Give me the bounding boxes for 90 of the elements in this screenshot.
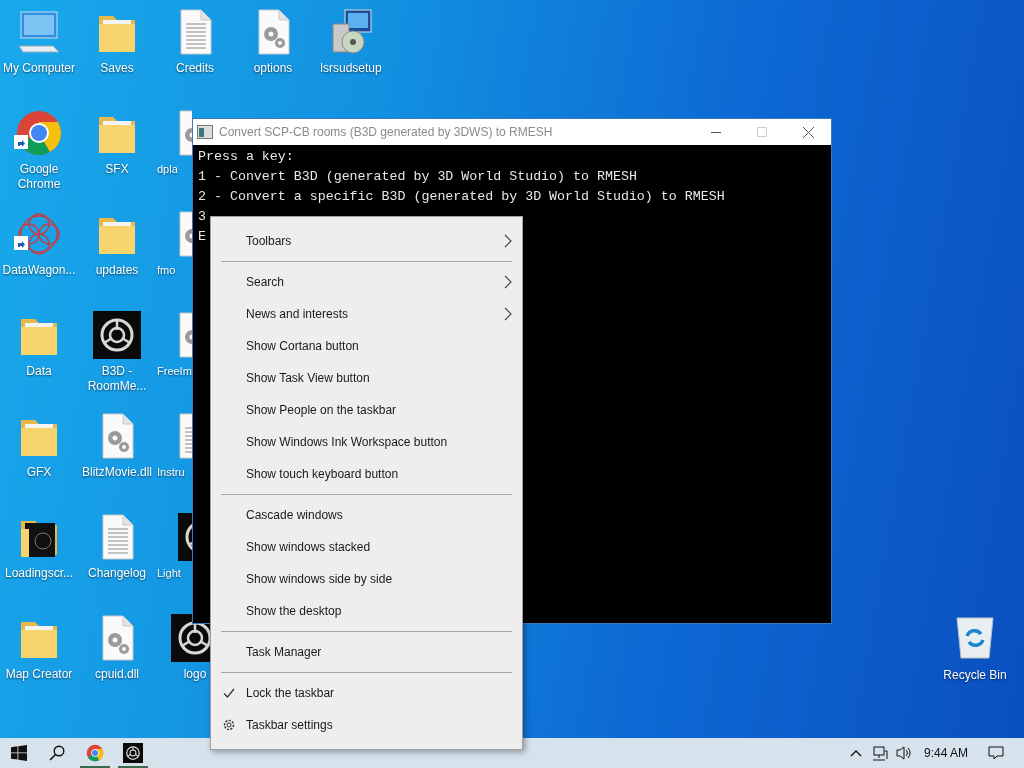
icon-label: FreeIm	[156, 364, 192, 379]
icon-label: dpla	[156, 162, 178, 177]
icon-label: Credits	[175, 61, 215, 76]
menu-item[interactable]: Show the desktop	[211, 595, 522, 627]
desktop-icon[interactable]: Saves	[78, 4, 156, 105]
icon-label: Changelog	[86, 566, 148, 581]
desktop-icon[interactable]: SFX	[78, 105, 156, 206]
desktop-icon[interactable]: GFX	[0, 408, 78, 509]
icon-label: Saves	[99, 61, 135, 76]
desktop-icon[interactable]: Instru	[156, 408, 192, 509]
icon-label: Recycle Bin	[943, 667, 1007, 684]
desktop-icon[interactable]: lsrsudsetup	[312, 4, 390, 105]
desktop-icon[interactable]: Loadingscr...	[0, 509, 78, 610]
desktop-icon[interactable]: DataWagon...	[0, 206, 78, 307]
desktop-icon[interactable]: Map Creator	[0, 610, 78, 711]
menu-item[interactable]: Task Manager	[211, 636, 522, 668]
menu-item[interactable]: Toolbars	[211, 225, 522, 257]
console-line: 1 - Convert B3D (generated by 3D World Studio) to RMESH	[198, 168, 637, 186]
search-icon	[49, 745, 65, 761]
icon-label: logo	[182, 667, 208, 682]
icon-label: options	[252, 61, 294, 76]
network-icon[interactable]	[871, 745, 888, 761]
menu-item[interactable]: Taskbar settings	[211, 709, 522, 741]
notification-icon[interactable]	[988, 745, 1004, 761]
desktop-icon[interactable]: My Computer	[0, 4, 78, 105]
icon-label: BlitzMovie.dll	[81, 465, 153, 480]
desktop-icon[interactable]: Changelog	[78, 509, 156, 610]
console-line: E	[198, 228, 206, 246]
desktop-icon[interactable]: cpuid.dll	[78, 610, 156, 711]
desktop-icon[interactable]: FreeIm	[156, 307, 192, 408]
gear-file-icon	[178, 210, 192, 258]
chevron-right-icon	[504, 307, 512, 321]
chevron-right-icon	[504, 234, 512, 248]
gear-file-icon	[178, 311, 192, 359]
icon-label: updates	[94, 263, 140, 278]
document-icon	[178, 412, 192, 460]
menu-item[interactable]: Show windows side by side	[211, 563, 522, 595]
menu-item[interactable]: Cascade windows	[211, 499, 522, 531]
desktop-icon[interactable]: updates	[78, 206, 156, 307]
chevron-right-icon	[504, 275, 512, 289]
emblem-icon	[123, 743, 143, 763]
clock[interactable]: 9:44 AM	[923, 744, 968, 762]
icon-label: Google Chrome	[16, 162, 62, 192]
icon-label: cpuid.dll	[94, 667, 140, 682]
console-icon	[197, 125, 213, 139]
desktop-icon[interactable]: B3D - RoomMe...	[78, 307, 156, 408]
console-line: 3	[198, 208, 206, 226]
chevron-up-icon[interactable]	[849, 749, 862, 757]
window-title: Convert SCP-CB rooms (B3D generated by 3DWS) to RMESH	[219, 124, 554, 141]
windows-logo-icon	[11, 745, 27, 761]
console-line: Press a key:	[198, 148, 294, 166]
desktop-icon[interactable]: Credits	[156, 4, 234, 105]
icon-label: Light	[156, 566, 181, 581]
icon-label: Instru	[156, 465, 185, 480]
menu-item[interactable]: Show windows stacked	[211, 531, 522, 563]
icon-label: B3D - RoomMe...	[86, 364, 148, 394]
desktop-icon[interactable]: Data	[0, 307, 78, 408]
menu-item[interactable]: Show Cortana button	[211, 330, 522, 362]
menu-item[interactable]: Lock the taskbar	[211, 677, 522, 709]
desktop-icon[interactable]: dpla	[156, 105, 192, 206]
close-icon	[802, 126, 814, 138]
minimize-icon	[711, 131, 721, 133]
icon-label: Map Creator	[4, 667, 74, 682]
icon-label: DataWagon...	[1, 263, 77, 278]
console-line: 2 - Convert a specific B3D (generated by 3D World Studio) to RMESH	[198, 188, 725, 206]
menu-item[interactable]: Search	[211, 266, 522, 298]
icon-label: GFX	[25, 465, 53, 480]
chrome-icon	[15, 109, 63, 157]
icon-label: Loadingscr...	[3, 566, 74, 581]
gear-icon	[222, 718, 236, 732]
icon-label: lsrsudsetup	[319, 61, 383, 76]
menu-item[interactable]: Show touch keyboard button	[211, 458, 522, 490]
desktop-icon[interactable]: fmo	[156, 206, 192, 307]
menu-item[interactable]: Show Windows Ink Workspace button	[211, 426, 522, 458]
desktop-icon[interactable]: options	[234, 4, 312, 105]
menu-item[interactable]: Show People on the taskbar	[211, 394, 522, 426]
icon-label: My Computer	[2, 61, 76, 76]
recycle-bin[interactable]: Recycle Bin	[937, 612, 1013, 684]
menu-item[interactable]: Show Task View button	[211, 362, 522, 394]
desktop-icon[interactable]: BlitzMovie.dll	[78, 408, 156, 509]
maximize-icon	[757, 127, 767, 137]
speaker-icon[interactable]	[895, 745, 912, 761]
icon-label: fmo	[156, 263, 176, 278]
icon-label: SFX	[104, 162, 130, 177]
icon-label: Data	[25, 364, 53, 379]
network-icon	[15, 210, 63, 258]
chrome-icon	[86, 744, 104, 762]
desktop-icon[interactable]: Google Chrome	[0, 105, 78, 206]
emblem-icon	[93, 311, 141, 359]
menu-item[interactable]: News and interests	[211, 298, 522, 330]
